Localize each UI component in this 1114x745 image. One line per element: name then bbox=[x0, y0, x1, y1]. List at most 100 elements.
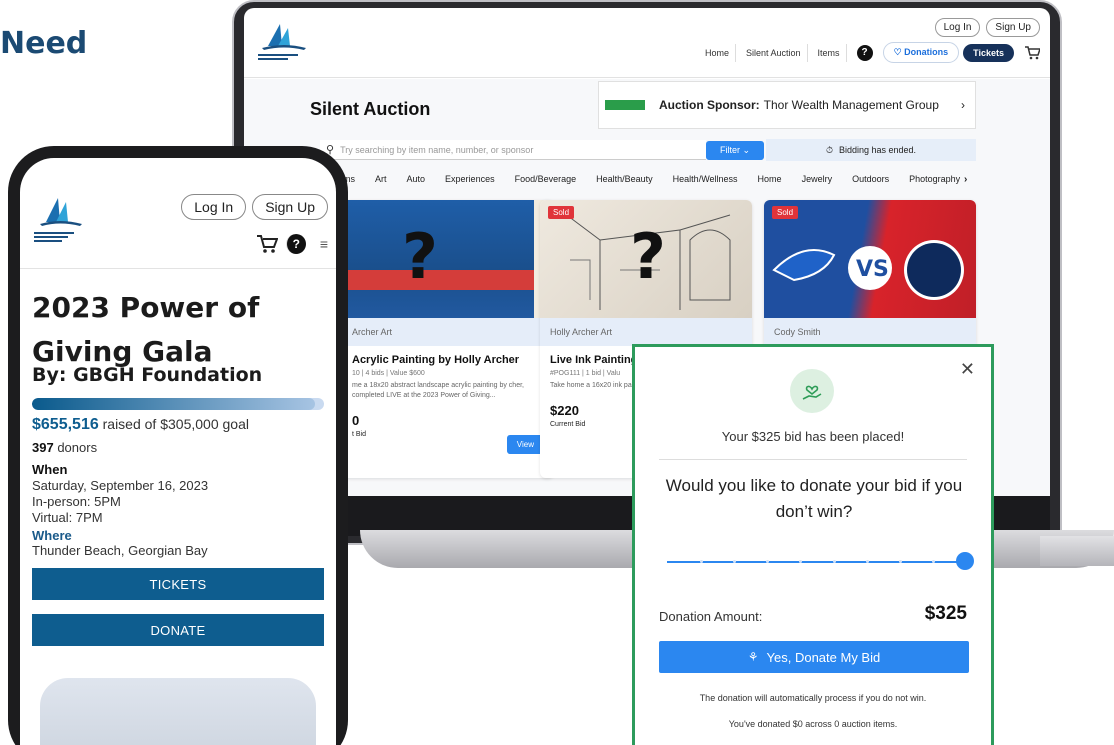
cart-icon[interactable] bbox=[1024, 45, 1040, 60]
filter-button[interactable]: Filter ⌄ bbox=[706, 140, 765, 160]
painting-bench bbox=[342, 270, 554, 290]
tab-photography[interactable]: Photography bbox=[909, 174, 960, 184]
card-price: 0 bbox=[352, 412, 360, 428]
donation-total-note: You've donated $0 across 0 auction items… bbox=[728, 719, 898, 729]
page-title: Silent Auction bbox=[310, 99, 431, 119]
slider-tick bbox=[832, 560, 836, 563]
slider-tick bbox=[865, 560, 869, 563]
auction-card[interactable]: ? Archer Art Acrylic Painting by Holly A… bbox=[342, 200, 554, 478]
modal-divider bbox=[659, 459, 967, 460]
slider-tick bbox=[733, 560, 737, 563]
main-nav: Home Silent Auction Items ? ♡ Donations … bbox=[699, 42, 1040, 63]
donate-bid-modal: ✕ Your $325 bid has been placed! Would y… bbox=[632, 344, 994, 745]
marketing-composite: Need Log In Sign Up Home Silent Auction … bbox=[0, 0, 1114, 745]
site-header: Log In Sign Up Home Silent Auction Items… bbox=[244, 8, 1050, 78]
bidding-status-text: Bidding has ended. bbox=[838, 145, 917, 155]
svg-text:VS: VS bbox=[856, 257, 889, 282]
sold-badge: Sold bbox=[772, 206, 799, 219]
card-title[interactable]: Acrylic Painting by Holly Archer bbox=[342, 346, 554, 368]
event-date: Saturday, September 16, 2023 bbox=[32, 478, 209, 493]
card-artist: Cody Smith bbox=[764, 318, 976, 346]
card-artist: Archer Art bbox=[342, 318, 554, 346]
sponsor-name: Thor Wealth Management Group bbox=[763, 98, 939, 112]
donate-question: Would you like to donate your bid if you… bbox=[665, 476, 963, 521]
raised-amount: $655,516 bbox=[32, 416, 99, 433]
donation-amount-value: $325 bbox=[924, 603, 967, 624]
search-row: ⚲ Try searching by item name, number, or… bbox=[320, 140, 765, 160]
card-image: ? bbox=[342, 200, 554, 318]
tab-jewelry[interactable]: Jewelry bbox=[802, 174, 833, 184]
login-button[interactable]: Log In bbox=[181, 194, 247, 220]
sponsor-logo bbox=[605, 100, 645, 110]
donation-amount-label: Donation Amount: bbox=[659, 609, 763, 624]
raised-summary: $655,516 raised of $305,000 goal bbox=[32, 416, 249, 434]
tab-health-beauty[interactable]: Health/Beauty bbox=[596, 174, 653, 184]
menu-icon[interactable]: ≡ bbox=[320, 236, 328, 252]
tab-home[interactable]: Home bbox=[758, 174, 782, 184]
tab-art[interactable]: Art bbox=[375, 174, 387, 184]
foundation-logo[interactable] bbox=[30, 192, 90, 248]
signup-button[interactable]: Sign Up bbox=[252, 194, 328, 220]
fundraising-progress-bar bbox=[32, 398, 324, 410]
slider-tick bbox=[766, 560, 770, 563]
donor-count: 397 donors bbox=[32, 440, 97, 455]
tickets-button[interactable]: TICKETS bbox=[32, 568, 324, 600]
donate-my-bid-label: Yes, Donate My Bid bbox=[766, 649, 881, 665]
chevron-right-icon[interactable]: › bbox=[964, 174, 967, 185]
tab-experiences[interactable]: Experiences bbox=[445, 174, 495, 184]
help-icon[interactable]: ? bbox=[285, 234, 306, 254]
event-inperson-time: In-person: 5PM bbox=[32, 494, 121, 509]
donor-number: 397 bbox=[32, 440, 54, 455]
nav-silent-auction[interactable]: Silent Auction bbox=[740, 43, 808, 62]
phone-auth: Log In Sign Up bbox=[181, 194, 328, 220]
heart-hand-icon bbox=[790, 369, 834, 413]
view-button[interactable]: View bbox=[506, 435, 544, 454]
question-mark-overlay: ? bbox=[630, 220, 666, 293]
tab-auto[interactable]: Auto bbox=[407, 174, 426, 184]
donate-button[interactable]: DONATE bbox=[32, 614, 324, 646]
chevron-right-icon[interactable]: › bbox=[961, 98, 965, 112]
donations-label: Donations bbox=[904, 47, 949, 57]
phone-toolbar: ? ≡ bbox=[256, 234, 328, 254]
close-icon[interactable]: ✕ bbox=[960, 359, 975, 380]
auto-process-note: The donation will automatically process … bbox=[699, 693, 927, 703]
donation-slider-ticks bbox=[667, 559, 965, 565]
slider-tick bbox=[799, 560, 803, 563]
donor-label: donors bbox=[57, 440, 98, 455]
card-image: Sold ? bbox=[540, 200, 752, 318]
event-organizer: By: GBGH Foundation bbox=[32, 364, 263, 386]
chevron-down-icon: ⌄ bbox=[742, 144, 751, 155]
sponsor-banner[interactable]: Auction Sponsor: Thor Wealth Management … bbox=[598, 81, 976, 129]
raised-goal-text: raised of $305,000 goal bbox=[102, 416, 249, 432]
event-location: Thunder Beach, Georgian Bay bbox=[32, 543, 208, 558]
event-photo bbox=[40, 678, 316, 745]
help-icon[interactable]: ? bbox=[856, 44, 873, 61]
slider-tick bbox=[700, 560, 704, 563]
donation-slider-thumb[interactable] bbox=[956, 552, 974, 570]
signup-button[interactable]: Sign Up bbox=[986, 18, 1040, 37]
donations-button[interactable]: ♡ Donations bbox=[882, 42, 960, 63]
login-button[interactable]: Log In bbox=[934, 18, 981, 37]
heart-hand-icon: ⚘ bbox=[747, 650, 759, 664]
tickets-button[interactable]: Tickets bbox=[963, 43, 1014, 62]
tab-food-beverage[interactable]: Food/Beverage bbox=[515, 174, 577, 184]
cart-icon[interactable] bbox=[256, 234, 278, 254]
slider-tick bbox=[931, 560, 935, 563]
timer-icon: ⏱ bbox=[825, 144, 833, 155]
sold-badge: Sold bbox=[548, 206, 575, 219]
category-tabs: ems Art Auto Experiences Food/Beverage H… bbox=[338, 174, 980, 184]
foundation-logo[interactable] bbox=[254, 18, 314, 66]
laptop-base-edge bbox=[1040, 536, 1114, 566]
search-input[interactable]: ⚲ Try searching by item name, number, or… bbox=[320, 140, 706, 160]
header-auth: Log In Sign Up bbox=[934, 18, 1040, 37]
tab-health-wellness[interactable]: Health/Wellness bbox=[673, 174, 738, 184]
tab-outdoors[interactable]: Outdoors bbox=[852, 174, 889, 184]
sponsor-label: Auction Sponsor: bbox=[659, 98, 760, 112]
nav-home[interactable]: Home bbox=[699, 43, 736, 62]
filter-label: Filter bbox=[720, 144, 740, 155]
search-placeholder: Try searching by item name, number, or s… bbox=[340, 144, 534, 155]
header-divider bbox=[20, 268, 336, 269]
donate-my-bid-button[interactable]: ⚘ Yes, Donate My Bid bbox=[659, 641, 969, 673]
nav-items[interactable]: Items bbox=[812, 43, 847, 62]
progress-fill bbox=[32, 398, 316, 410]
